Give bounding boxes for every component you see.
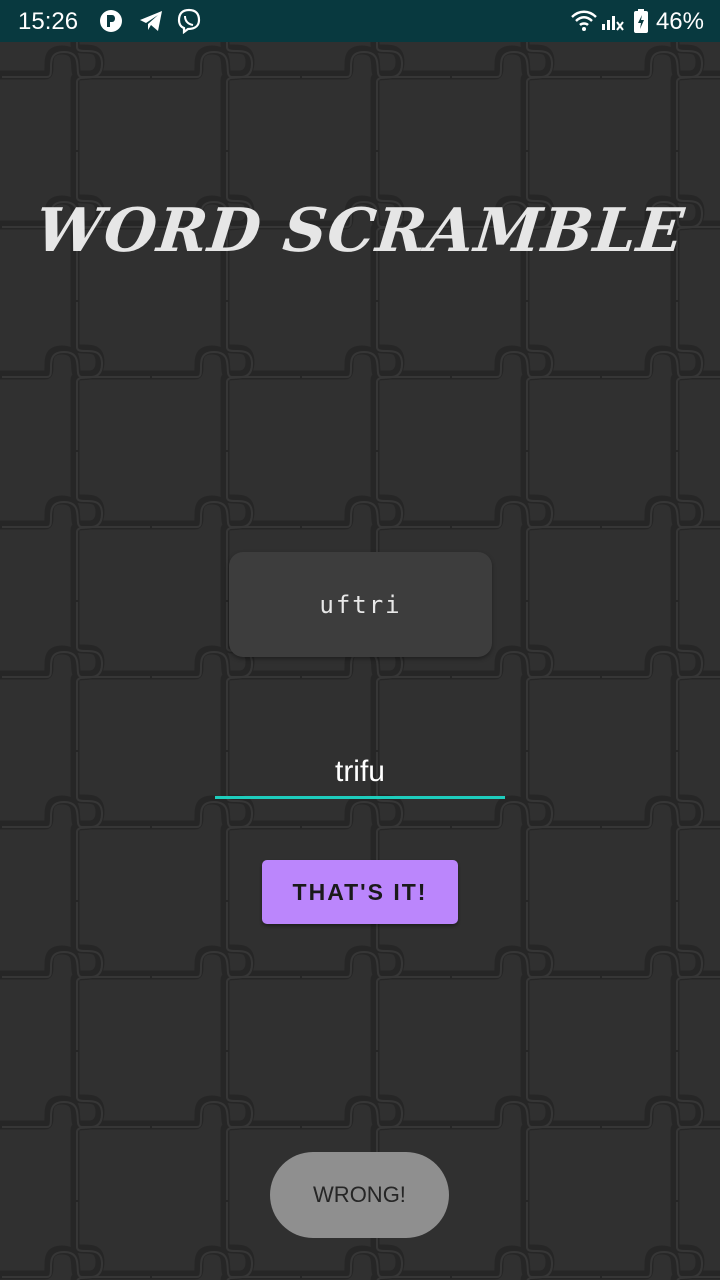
status-bar: 15:26 46% — [0, 0, 720, 42]
scrambled-word: uftri — [319, 590, 402, 619]
toast-message: WRONG! — [270, 1152, 449, 1238]
wifi-icon — [571, 10, 597, 31]
telegram-icon — [140, 11, 162, 31]
page-title: WORD SCRAMBLE — [32, 196, 688, 266]
toast-text: WRONG! — [313, 1182, 406, 1207]
status-time: 15:26 — [18, 8, 79, 35]
battery-percent: 46% — [655, 8, 704, 35]
viber-icon — [177, 8, 201, 34]
scrambled-word-card: uftri — [229, 552, 492, 657]
p-app-icon — [100, 10, 122, 32]
answer-input[interactable] — [215, 748, 505, 799]
app-screen: 15:26 46% WORD SCRAMBLE uftri trifu THAT… — [0, 0, 720, 1280]
battery-icon — [634, 9, 648, 33]
submit-button[interactable]: THAT'S IT! — [262, 860, 458, 924]
signal-icon — [602, 16, 624, 31]
